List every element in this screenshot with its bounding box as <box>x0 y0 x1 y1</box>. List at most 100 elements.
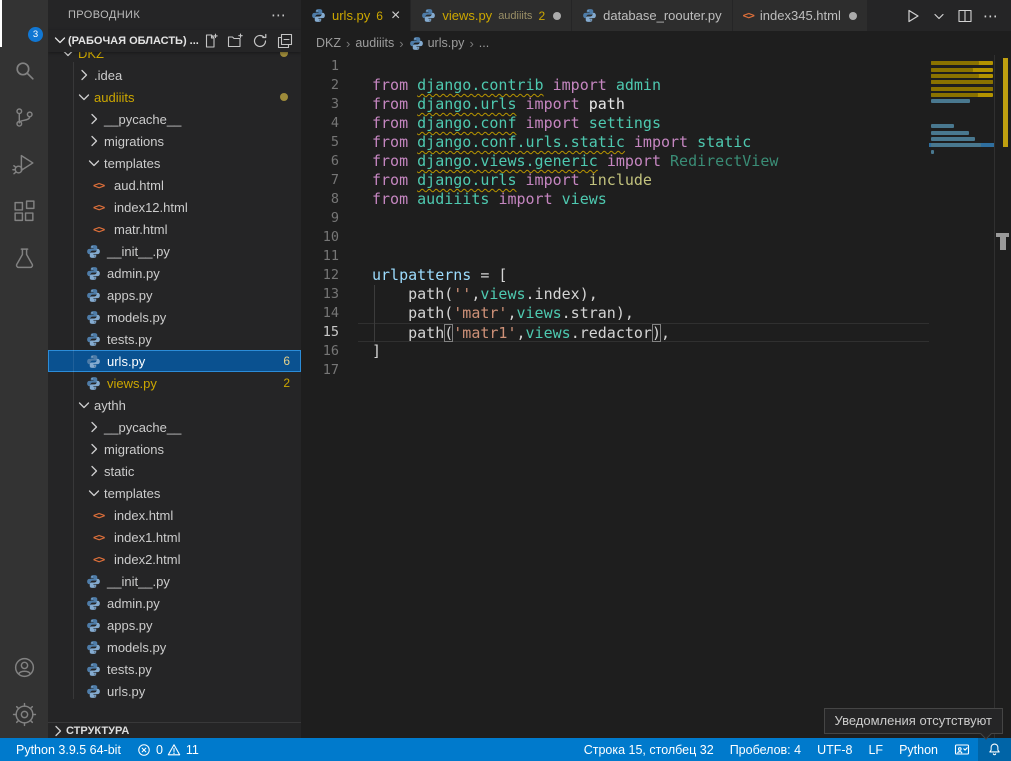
code-line-17[interactable]: 17 <box>301 361 929 380</box>
tree-item-audiiits[interactable]: audiiits <box>48 86 301 108</box>
indentation-status[interactable]: Пробелов: 4 <box>722 738 809 761</box>
code-editor[interactable]: 12from django.contrib import admin3from … <box>301 55 929 380</box>
line-number[interactable]: 16 <box>301 342 358 361</box>
code-line-8[interactable]: 8from audiiits import views <box>301 190 929 209</box>
line-number[interactable]: 2 <box>301 76 358 95</box>
split-editor-button[interactable] <box>957 8 973 24</box>
tree-item-pycache[interactable]: __pycache__ <box>48 108 301 130</box>
tree-item-tests-py[interactable]: tests.py <box>48 328 301 350</box>
tree-item-templates[interactable]: templates <box>48 152 301 174</box>
explorer-more-actions-button[interactable]: ⋯ <box>271 6 287 24</box>
editor-scrollbar[interactable] <box>995 0 1011 738</box>
line-number[interactable]: 15 <box>301 323 358 342</box>
activity-run-and-debug-button[interactable] <box>0 141 48 188</box>
collapse-all-button[interactable] <box>277 33 293 49</box>
tree-item-apps-py[interactable]: apps.py <box>48 284 301 306</box>
tree-item-index12-html[interactable]: <>index12.html <box>48 196 301 218</box>
run-button[interactable] <box>905 8 921 24</box>
eol-status[interactable]: LF <box>860 738 891 761</box>
refresh-button[interactable] <box>252 33 268 49</box>
line-number[interactable]: 10 <box>301 228 358 247</box>
line-number[interactable]: 1 <box>301 57 358 76</box>
tree-item-init-py[interactable]: __init__.py <box>48 570 301 592</box>
activity-extensions-button[interactable] <box>0 188 48 235</box>
encoding-status[interactable]: UTF-8 <box>809 738 860 761</box>
code-line-2[interactable]: 2from django.contrib import admin <box>301 76 929 95</box>
activity-explorer-button[interactable]: 3 <box>0 0 48 47</box>
tree-item-pycache[interactable]: __pycache__ <box>48 416 301 438</box>
run-dropdown-button[interactable] <box>931 8 947 24</box>
outline-section-header[interactable]: СТРУКТУРА <box>48 722 301 738</box>
tree-item-migrations[interactable]: migrations <box>48 130 301 152</box>
line-number[interactable]: 5 <box>301 133 358 152</box>
tree-item-idea[interactable]: .idea <box>48 64 301 86</box>
activity-source-control-button[interactable] <box>0 94 48 141</box>
line-number[interactable]: 9 <box>301 209 358 228</box>
code-line-11[interactable]: 11 <box>301 247 929 266</box>
line-number[interactable]: 8 <box>301 190 358 209</box>
activity-manage-button[interactable] <box>0 691 48 738</box>
tree-item-apps-py[interactable]: apps.py <box>48 614 301 636</box>
line-number[interactable]: 4 <box>301 114 358 133</box>
breadcrumb-item-[interactable]: ... <box>479 36 489 50</box>
tree-item-admin-py[interactable]: admin.py <box>48 262 301 284</box>
tab-database-roouter-py[interactable]: database_roouter.py <box>572 0 733 31</box>
tree-item-views-py[interactable]: views.py2 <box>48 372 301 394</box>
code-line-16[interactable]: 16] <box>301 342 929 361</box>
new-file-button[interactable] <box>202 33 218 49</box>
activity-testing-button[interactable] <box>0 235 48 282</box>
line-number[interactable]: 12 <box>301 266 358 285</box>
tree-item-static[interactable]: static <box>48 460 301 482</box>
breadcrumb-item-dkz[interactable]: DKZ <box>316 36 341 50</box>
python-version-status[interactable]: Python 3.9.5 64-bit <box>8 738 129 761</box>
activity-search-button[interactable] <box>0 47 48 94</box>
feedback-status[interactable] <box>946 738 978 761</box>
line-number[interactable]: 17 <box>301 361 358 380</box>
tree-item-urls-py[interactable]: urls.py <box>48 680 301 699</box>
code-line-15[interactable]: 15 path('matr1',views.redactor), <box>301 323 929 342</box>
code-line-1[interactable]: 1 <box>301 57 929 76</box>
line-number[interactable]: 7 <box>301 171 358 190</box>
breadcrumb-item-audiiits[interactable]: audiiits <box>355 36 394 50</box>
code-line-13[interactable]: 13 path('',views.index), <box>301 285 929 304</box>
tree-item-index2-html[interactable]: <>index2.html <box>48 548 301 570</box>
tree-item-index-html[interactable]: <>index.html <box>48 504 301 526</box>
line-number[interactable]: 3 <box>301 95 358 114</box>
line-number[interactable]: 14 <box>301 304 358 323</box>
code-line-4[interactable]: 4from django.conf import settings <box>301 114 929 133</box>
tree-item-matr-html[interactable]: <>matr.html <box>48 218 301 240</box>
tab-views-py[interactable]: views.pyaudiiits2 <box>411 0 572 31</box>
notifications-bell-button[interactable] <box>978 738 1011 761</box>
minimap[interactable] <box>929 55 995 738</box>
language-mode-status[interactable]: Python <box>891 738 946 761</box>
close-icon[interactable]: × <box>391 8 400 24</box>
tree-item-index1-html[interactable]: <>index1.html <box>48 526 301 548</box>
breadcrumb-item-urls-py[interactable]: urls.py <box>409 36 465 51</box>
tree-item-aud-html[interactable]: <>aud.html <box>48 174 301 196</box>
code-line-6[interactable]: 6from django.views.generic import Redire… <box>301 152 929 171</box>
tab-index345-html[interactable]: <>index345.html <box>733 0 868 31</box>
tree-item-models-py[interactable]: models.py <box>48 306 301 328</box>
tree-item-migrations[interactable]: migrations <box>48 438 301 460</box>
tree-item-templates[interactable]: templates <box>48 482 301 504</box>
code-line-10[interactable]: 10 <box>301 228 929 247</box>
tree-item-urls-py[interactable]: urls.py6 <box>48 350 301 372</box>
tree-item-admin-py[interactable]: admin.py <box>48 592 301 614</box>
tree-item-init-py[interactable]: __init__.py <box>48 240 301 262</box>
tab-urls-py[interactable]: urls.py6× <box>301 0 411 31</box>
workspace-section-header[interactable]: (РАБОЧАЯ ОБЛАСТЬ) ... <box>48 30 301 52</box>
cursor-position-status[interactable]: Строка 15, столбец 32 <box>576 738 722 761</box>
activity-accounts-button[interactable] <box>0 644 48 691</box>
code-line-14[interactable]: 14 path('matr',views.stran), <box>301 304 929 323</box>
tree-item-aythh[interactable]: aythh <box>48 394 301 416</box>
code-line-9[interactable]: 9 <box>301 209 929 228</box>
problems-status[interactable]: 011 <box>129 738 207 761</box>
line-number[interactable]: 13 <box>301 285 358 304</box>
code-line-3[interactable]: 3from django.urls import path <box>301 95 929 114</box>
tree-item-tests-py[interactable]: tests.py <box>48 658 301 680</box>
code-line-5[interactable]: 5from django.conf.urls.static import sta… <box>301 133 929 152</box>
tree-item-dkz[interactable]: DKZ <box>48 52 301 64</box>
line-number[interactable]: 6 <box>301 152 358 171</box>
code-line-12[interactable]: 12urlpatterns = [ <box>301 266 929 285</box>
new-folder-button[interactable] <box>227 33 243 49</box>
